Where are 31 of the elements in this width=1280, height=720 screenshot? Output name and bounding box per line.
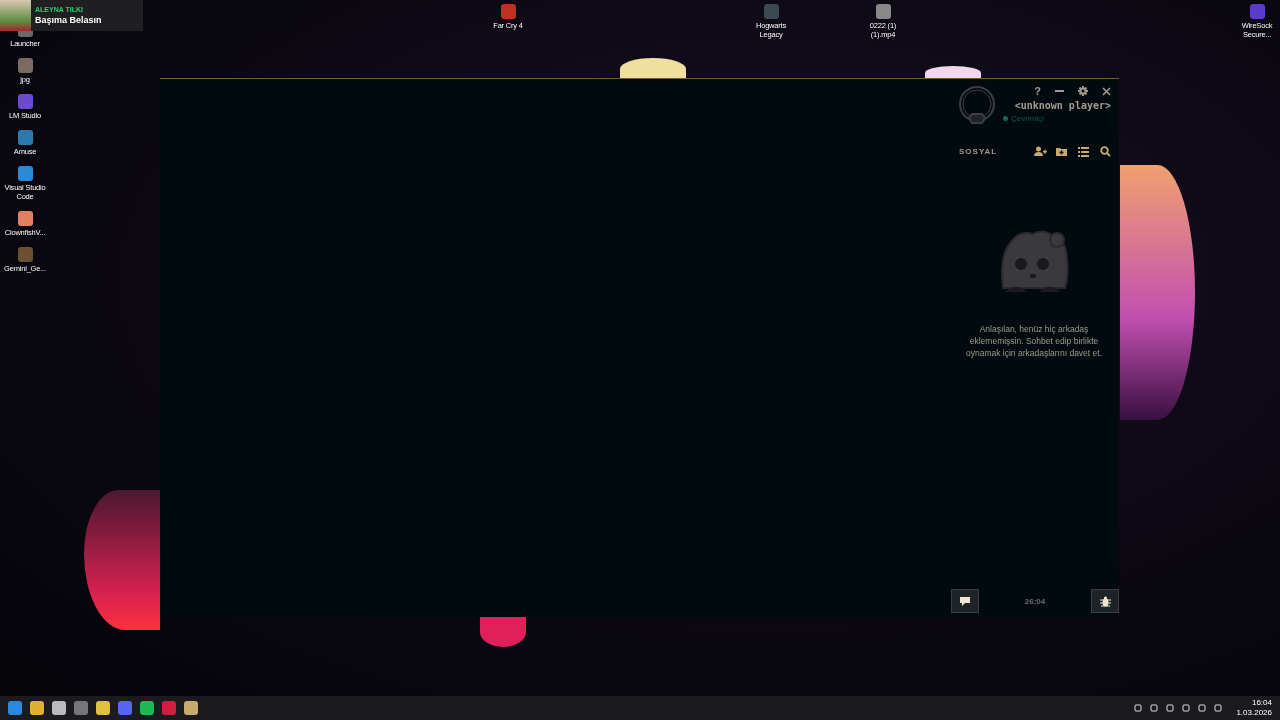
status-dot [1003,116,1008,121]
start-button[interactable] [8,701,22,715]
close-button[interactable] [1102,86,1111,96]
list-view-button[interactable] [1078,145,1091,157]
add-friend-button[interactable] [1034,145,1047,157]
close-icon [1102,86,1111,96]
player-name: <unknown player> [1014,100,1111,111]
search-button[interactable] [1100,145,1113,157]
wallpaper-shape [620,58,686,80]
panel-title: SOSYAL [959,146,999,156]
list-icon [1078,145,1091,157]
wallpaper-shape [480,617,526,647]
settings-icon [1078,86,1088,96]
clock-date[interactable]: 1.03.2026 [1236,708,1272,718]
add-person-icon [1034,145,1047,157]
bug-icon [1099,595,1111,607]
clock-time[interactable]: 16:04 [1251,698,1272,708]
album-art [0,0,31,31]
chat-button[interactable] [951,589,979,613]
session-timer: 26:04 [1024,596,1046,606]
minimize-icon [1055,90,1064,92]
chat-bubble-icon [960,596,970,606]
empty-friends-message: Anlaşılan, henüz hiç arkadaş eklememişsin. Sohbet edip birlikte oynamak için arkadaşlarını davet et. [964,322,1104,359]
help-button[interactable]: ? [1034,85,1041,97]
song-title: Başıma Belasın [35,15,102,25]
status-text: Çevrimiçi [1011,114,1044,123]
settings-button[interactable] [1078,86,1088,96]
bug-report-button[interactable] [1091,589,1119,613]
folder-icon [1056,145,1069,157]
search-icon [1100,145,1113,157]
add-folder-button[interactable] [1056,145,1069,157]
